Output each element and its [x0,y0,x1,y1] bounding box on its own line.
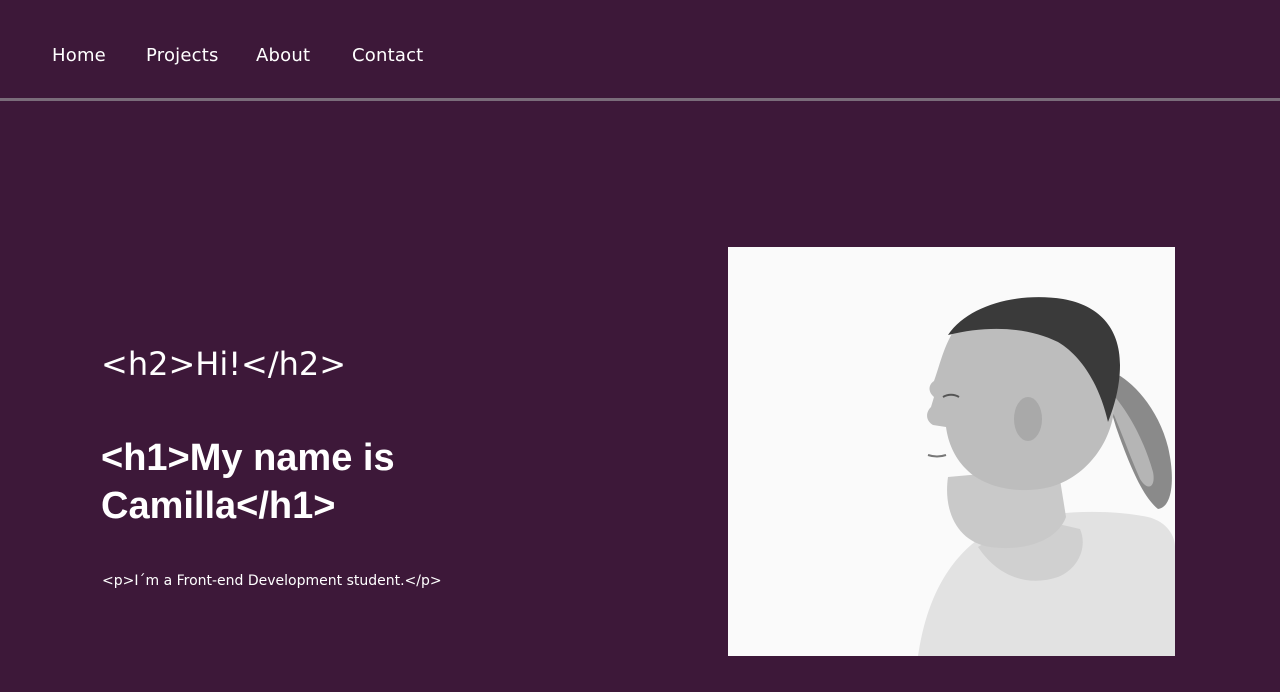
hero-title: <h1>My name is Camilla</h1> [101,437,395,527]
nav-link-home[interactable]: Home [52,44,106,68]
portrait-image [918,297,1175,656]
profile-photo [728,247,1175,656]
nav-link-about[interactable]: About [256,44,310,68]
hero-intro-text: <p>I´m a Front-end Development student.<… [102,573,442,589]
nav-link-projects[interactable]: Projects [146,44,219,68]
hero-greeting: <h2>Hi!</h2> [101,345,347,383]
nav-link-contact[interactable]: Contact [352,44,423,68]
top-navigation: Home Projects About Contact [0,0,1280,101]
